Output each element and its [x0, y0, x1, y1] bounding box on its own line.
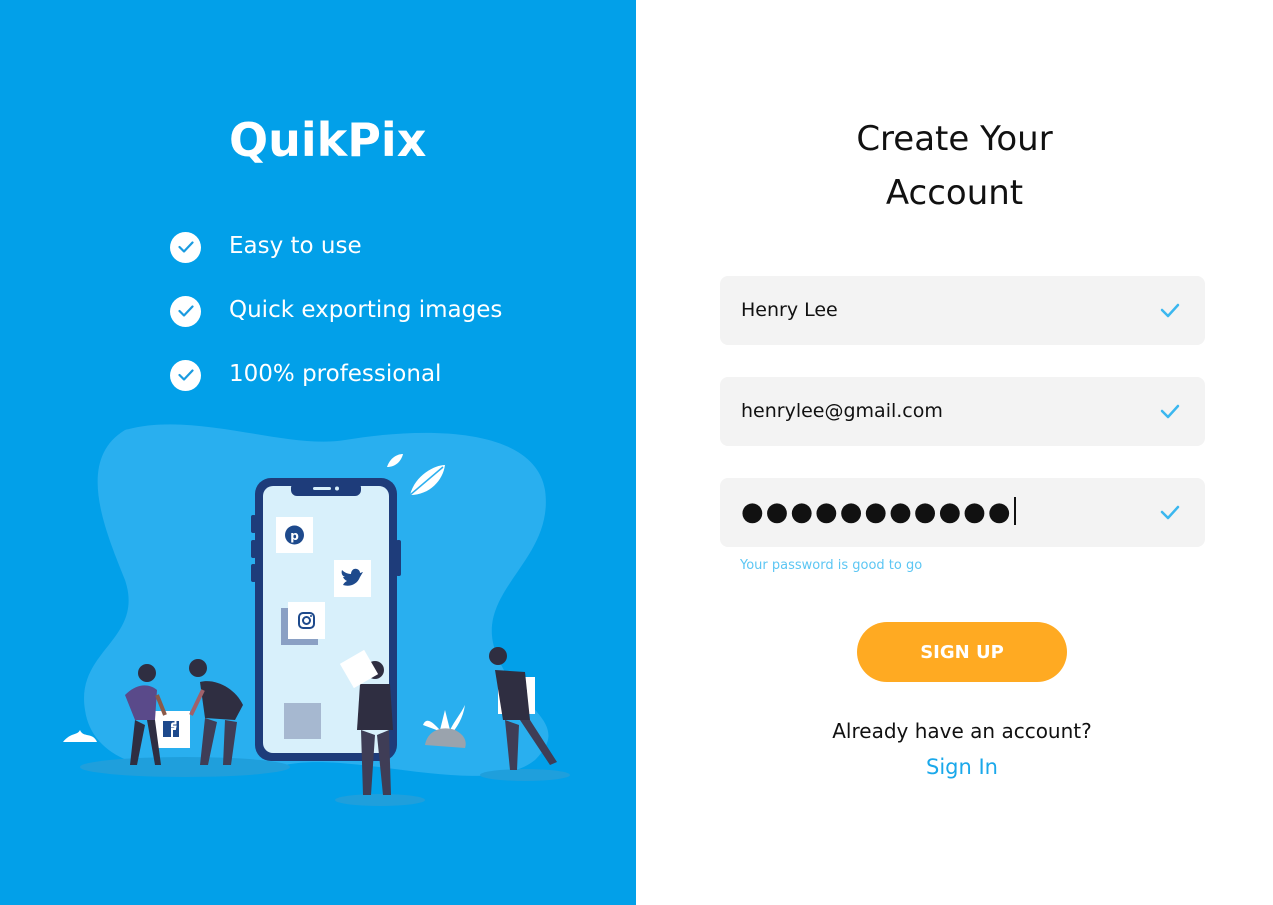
check-circle-icon: [170, 359, 201, 391]
check-icon: [1160, 303, 1180, 318]
ground-shadow: [335, 794, 425, 806]
feature-item: Easy to use: [170, 231, 362, 263]
title-line: Create Your: [856, 119, 1053, 159]
twitter-icon: [334, 560, 371, 597]
name-field[interactable]: Henry Lee: [720, 276, 1205, 345]
plant-decoration: [63, 730, 97, 742]
pinterest-icon: p: [276, 517, 313, 553]
already-account-text: Already have an account?: [832, 719, 1092, 743]
svg-text:p: p: [290, 529, 299, 543]
people-phone-illustration: p: [63, 424, 570, 806]
name-input-value[interactable]: Henry Lee: [741, 276, 838, 345]
feature-item: Quick exporting images: [170, 295, 502, 327]
feature-label: 100% professional: [229, 361, 442, 387]
ground-shadow: [80, 757, 290, 777]
check-icon: [1160, 505, 1180, 520]
facebook-icon: [153, 711, 190, 748]
feature-label: Easy to use: [229, 233, 362, 259]
check-circle-icon: [170, 231, 201, 263]
signin-link[interactable]: Sign In: [636, 755, 1273, 779]
check-icon: [1160, 404, 1180, 419]
signup-button[interactable]: SIGN UP: [857, 622, 1067, 682]
ground-shadow: [480, 769, 570, 781]
left-panel: QuikPix Easy to use Quick exporting imag…: [0, 0, 636, 905]
password-input-value[interactable]: ●●●●●●●●●●●: [741, 478, 1016, 547]
email-field[interactable]: henrylee@gmail.com: [720, 377, 1205, 446]
email-input-value[interactable]: henrylee@gmail.com: [741, 377, 943, 446]
brand-logo: QuikPix: [229, 113, 427, 167]
signup-panel: Create Your Account Henry Lee henrylee@g…: [636, 0, 1273, 905]
feature-label: Quick exporting images: [229, 297, 503, 323]
check-circle-icon: [170, 295, 201, 327]
text-caret: [1013, 496, 1016, 525]
page-title: Create Your Account: [636, 112, 1273, 220]
instagram-icon: [281, 602, 325, 645]
feature-item: 100% professional: [170, 359, 441, 391]
title-line: Account: [885, 173, 1024, 213]
password-hint: Your password is good to go: [740, 558, 923, 573]
password-field[interactable]: ●●●●●●●●●●●: [720, 478, 1205, 547]
password-mask: ●●●●●●●●●●●: [741, 497, 1013, 527]
